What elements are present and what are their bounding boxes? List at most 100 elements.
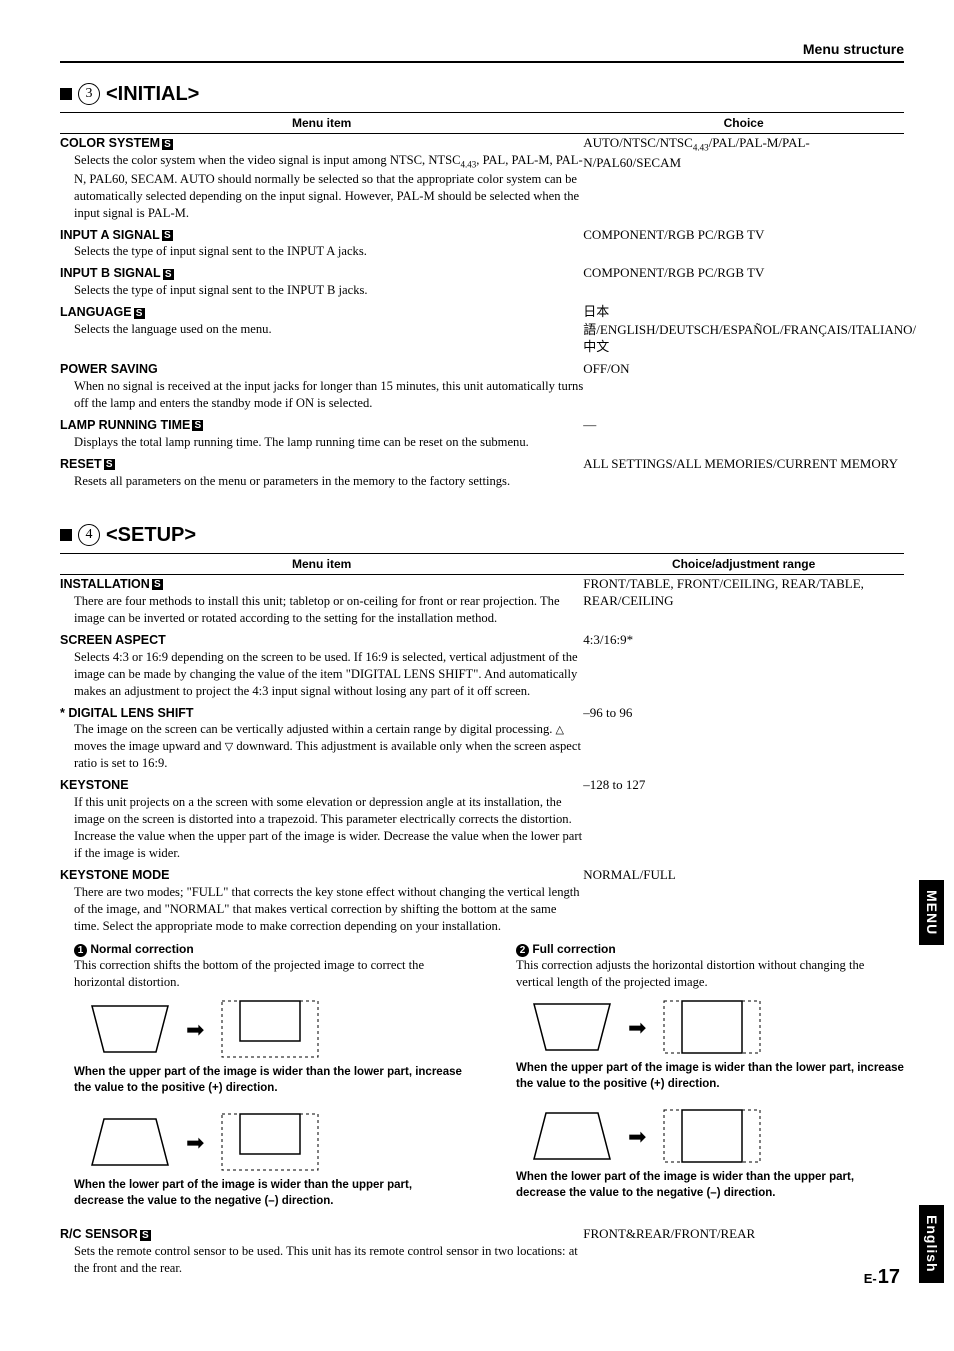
menu-item-choice: COMPONENT/RGB PC/RGB TV — [583, 264, 904, 299]
menu-item-choice: COMPONENT/RGB PC/RGB TV — [583, 226, 904, 261]
s-badge-icon: S — [162, 230, 173, 241]
section-3-title: 3 <INITIAL> — [60, 81, 904, 108]
menu-item-name: * DIGITAL LENS SHIFT — [60, 706, 194, 720]
side-tab-menu: MENU — [919, 880, 944, 945]
menu-item-name: COLOR SYSTEM — [60, 136, 160, 150]
menu-item-row: RESETS Resets all parameters on the menu … — [60, 455, 904, 490]
s-badge-icon: S — [104, 459, 115, 470]
trapezoid-lower-wide-icon — [532, 1111, 612, 1161]
menu-item-choice: ALL SETTINGS/ALL MEMORIES/CURRENT MEMORY — [583, 455, 904, 490]
arrow-right-icon: ➡ — [628, 1013, 646, 1043]
menu-item-desc: Selects the color system when the video … — [74, 152, 583, 222]
s-badge-icon: S — [134, 308, 145, 319]
full-upper-diagram: ➡ — [532, 999, 904, 1055]
full-correction-title: Full correction — [532, 942, 615, 956]
circled-number-4: 4 — [78, 524, 100, 546]
menu-item-name: KEYSTONE — [60, 778, 129, 792]
arrow-right-icon: ➡ — [186, 1128, 204, 1158]
trapezoid-upper-wide-icon — [532, 1002, 612, 1052]
normal-lower-diagram: ➡ — [90, 1112, 462, 1172]
full-lower-caption: When the lower part of the image is wide… — [516, 1170, 904, 1201]
menu-item-row: KEYSTONE MODEThere are two modes; "FULL"… — [60, 866, 904, 935]
normal-correction-col: 1 Normal correction This correction shif… — [60, 941, 462, 1225]
s-badge-icon: S — [192, 420, 203, 431]
trapezoid-upper-wide-icon — [90, 1004, 170, 1054]
side-tab-english: English — [919, 1205, 944, 1283]
section-4-label: <SETUP> — [106, 522, 196, 549]
rc-sensor-choice: FRONT&REAR/FRONT/REAR — [583, 1225, 904, 1277]
full-upper-caption: When the upper part of the image is wide… — [516, 1061, 904, 1092]
s-badge-icon: S — [163, 269, 174, 280]
circled-number-3: 3 — [78, 83, 100, 105]
trapezoid-lower-wide-icon — [90, 1117, 170, 1167]
menu-item-name: INSTALLATION — [60, 577, 150, 591]
menu-item-choice: 4:3/16:9* — [583, 631, 904, 700]
menu-item-desc: Resets all parameters on the menu or par… — [74, 473, 583, 490]
circled-2-icon: 2 — [516, 944, 529, 957]
menu-item-desc: Selects 4:3 or 16:9 depending on the scr… — [74, 649, 583, 700]
page-header: Menu structure — [60, 40, 904, 63]
section-4-col-headers: Menu item Choice/adjustment range — [60, 553, 904, 575]
menu-item-choice: FRONT/TABLE, FRONT/CEILING, REAR/TABLE, … — [583, 575, 904, 627]
menu-item-name: SCREEN ASPECT — [60, 633, 166, 647]
full-lower-diagram: ➡ — [532, 1108, 904, 1164]
s-badge-icon: S — [140, 1230, 151, 1241]
col-header-choice: Choice — [583, 115, 904, 131]
menu-item-choice: AUTO/NTSC/NTSC4.43/PAL/PAL-M/PAL-N/PAL60… — [583, 134, 904, 222]
page-number: E-17 — [864, 1264, 900, 1291]
menu-item-name: LAMP RUNNING TIME — [60, 418, 190, 432]
menu-item-row: COLOR SYSTEMS Selects the color system wh… — [60, 134, 904, 222]
section-3-col-headers: Menu item Choice — [60, 112, 904, 134]
page-num-value: 17 — [878, 1266, 900, 1288]
normal-upper-caption: When the upper part of the image is wide… — [74, 1065, 462, 1096]
menu-item-name: LANGUAGE — [60, 305, 132, 319]
col-header-menu-item: Menu item — [60, 556, 583, 572]
menu-item-choice: –96 to 96 — [583, 704, 904, 773]
bullet-square-icon — [60, 529, 72, 541]
result-full-lower-icon — [662, 1108, 762, 1164]
menu-item-desc: Displays the total lamp running time. Th… — [74, 434, 583, 451]
menu-item-row: LANGUAGESSelects the language used on th… — [60, 303, 904, 356]
menu-item-row: LAMP RUNNING TIMES Displays the total lam… — [60, 416, 904, 451]
section-3-label: <INITIAL> — [106, 81, 199, 108]
page-prefix: E- — [864, 1271, 877, 1286]
full-correction-desc: This correction adjusts the horizontal d… — [516, 957, 904, 991]
arrow-right-icon: ➡ — [628, 1122, 646, 1152]
menu-item-desc: Selects the type of input signal sent to… — [74, 243, 583, 260]
menu-item-choice: NORMAL/FULL — [583, 866, 904, 935]
side-tabs: MENU English — [919, 880, 944, 1283]
normal-upper-diagram: ➡ — [90, 999, 462, 1059]
s-badge-icon: S — [152, 579, 163, 590]
s-badge-icon: S — [162, 139, 173, 150]
arrow-right-icon: ➡ — [186, 1015, 204, 1045]
menu-item-row: * DIGITAL LENS SHIFTThe image on the scr… — [60, 704, 904, 773]
menu-item-name: RESET — [60, 457, 102, 471]
menu-item-choice: –128 to 127 — [583, 776, 904, 862]
menu-item-desc: There are four methods to install this u… — [74, 593, 583, 627]
menu-item-choice: 日本語/ENGLISH/DEUTSCH/ESPAÑOL/FRANÇAIS/ITA… — [583, 303, 916, 356]
menu-item-row: INPUT B SIGNALSSelects the type of input… — [60, 264, 904, 299]
keystone-examples: 1 Normal correction This correction shif… — [60, 941, 904, 1225]
menu-item-desc: The image on the screen can be verticall… — [74, 721, 583, 772]
normal-lower-caption: When the lower part of the image is wide… — [74, 1178, 462, 1209]
menu-item-choice: OFF/ON — [583, 360, 904, 412]
menu-item-row: INSTALLATIONS There are four methods to i… — [60, 575, 904, 627]
menu-item-row: POWER SAVINGWhen no signal is received a… — [60, 360, 904, 412]
full-correction-col: 2 Full correction This correction adjust… — [502, 941, 904, 1225]
section-4-title: 4 <SETUP> — [60, 522, 904, 549]
bullet-square-icon — [60, 88, 72, 100]
result-normal-upper-icon — [220, 999, 320, 1059]
rc-sensor-row: R/C SENSORS Sets the remote control sens… — [60, 1225, 904, 1277]
col-header-menu-item: Menu item — [60, 115, 583, 131]
normal-correction-title: Normal correction — [90, 942, 193, 956]
menu-item-name: KEYSTONE MODE — [60, 868, 170, 882]
result-full-upper-icon — [662, 999, 762, 1055]
menu-item-row: KEYSTONE If this unit projects on a the s… — [60, 776, 904, 862]
menu-item-choice: — — [583, 416, 904, 451]
menu-item-desc: If this unit projects on a the screen wi… — [74, 794, 583, 862]
col-header-choice-range: Choice/adjustment range — [583, 556, 904, 572]
menu-item-row: SCREEN ASPECT Selects 4:3 or 16:9 dependi… — [60, 631, 904, 700]
rc-sensor-name: R/C SENSOR — [60, 1227, 138, 1241]
menu-item-name: INPUT A SIGNAL — [60, 228, 160, 242]
circled-1-icon: 1 — [74, 944, 87, 957]
